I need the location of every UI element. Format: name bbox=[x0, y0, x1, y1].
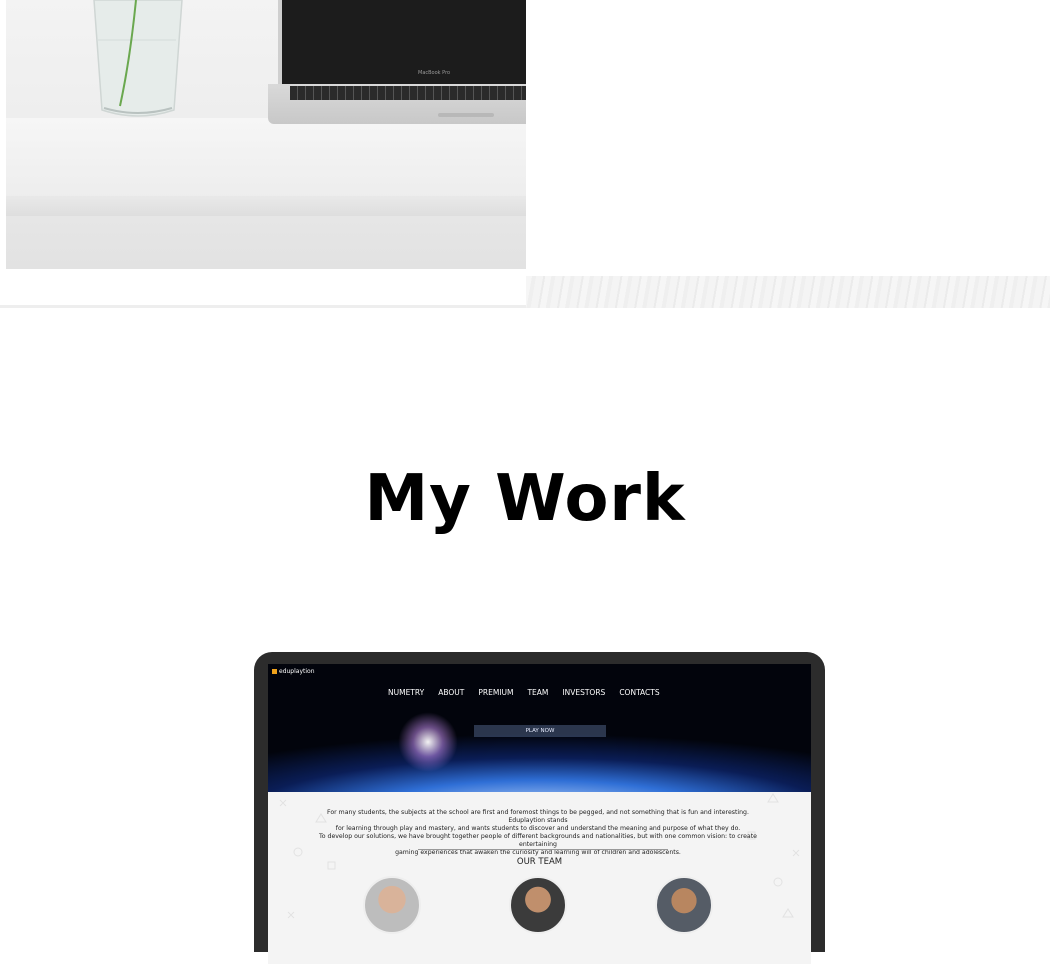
site-nav-about: ABOUT bbox=[438, 688, 465, 697]
laptop-keyboard bbox=[290, 86, 526, 100]
sun-glow bbox=[398, 712, 458, 772]
site-nav: NUMETRY ABOUT PREMIUM TEAM INVESTORS CON… bbox=[388, 688, 660, 697]
site-nav-team: TEAM bbox=[527, 688, 549, 697]
team-avatar bbox=[509, 876, 567, 934]
intro-line: For many students, the subjects at the s… bbox=[327, 809, 749, 824]
team-avatar bbox=[363, 876, 421, 934]
site-team-title: OUR TEAM bbox=[516, 857, 563, 867]
logo-mark-icon bbox=[272, 669, 277, 674]
section-divider bbox=[0, 305, 526, 308]
portfolio-screenshot: eduplaytion NUMETRY ABOUT PREMIUM TEAM I… bbox=[268, 664, 811, 964]
hero-photo: MacBook Pro bbox=[6, 0, 526, 269]
photo-desk-edge bbox=[6, 196, 526, 216]
site-logo-text: eduplaytion bbox=[279, 668, 315, 675]
laptop-brand-label: MacBook Pro bbox=[418, 70, 451, 76]
site-nav-investors: INVESTORS bbox=[562, 688, 606, 697]
site-play-button: PLAY NOW bbox=[474, 725, 606, 737]
section-title: My Work bbox=[364, 462, 686, 536]
site-nav-numetry: NUMETRY bbox=[388, 688, 425, 697]
glass-vase-illustration bbox=[93, 0, 183, 117]
intro-line: for learning through play and mastery, a… bbox=[335, 825, 741, 832]
site-divider bbox=[418, 849, 668, 850]
site-logo: eduplaytion bbox=[272, 668, 315, 675]
portfolio-device-mockup[interactable]: eduplaytion NUMETRY ABOUT PREMIUM TEAM I… bbox=[254, 652, 825, 964]
laptop-trackpad bbox=[438, 113, 494, 117]
texture-strip bbox=[526, 276, 1050, 308]
team-avatar bbox=[655, 876, 713, 934]
photo-desk-front bbox=[6, 216, 526, 269]
laptop-illustration: MacBook Pro bbox=[268, 0, 526, 130]
site-nav-premium: PREMIUM bbox=[478, 688, 514, 697]
intro-line: gaming experiences that awaken the curio… bbox=[395, 849, 681, 856]
site-hero-banner: eduplaytion NUMETRY ABOUT PREMIUM TEAM I… bbox=[268, 664, 811, 792]
site-nav-contacts: CONTACTS bbox=[619, 688, 660, 697]
photo-desk-top bbox=[6, 118, 526, 198]
laptop-screen bbox=[278, 0, 526, 84]
site-body: For many students, the subjects at the s… bbox=[268, 792, 811, 964]
intro-line: To develop our solutions, we have brough… bbox=[319, 833, 757, 848]
